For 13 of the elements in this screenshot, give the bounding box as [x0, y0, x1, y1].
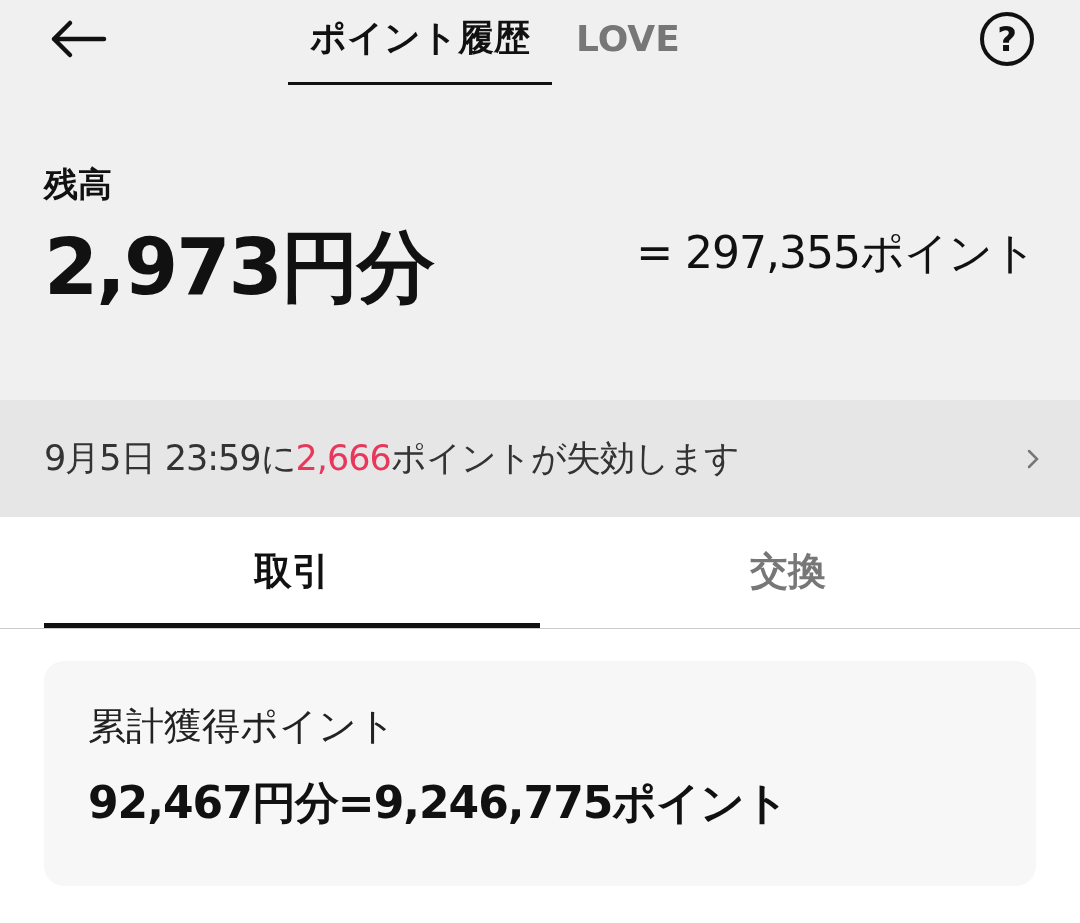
tab[interactable]: 取引: [44, 517, 540, 628]
summary-value: 92,467円分=9,246,775ポイント: [88, 776, 790, 830]
expiry-notice[interactable]: 9月5日 23:59に2,666ポイントが失効します: [0, 400, 1080, 517]
balance-amount: 2,973円分: [44, 221, 433, 314]
tab[interactable]: 交換: [540, 517, 1036, 628]
balance-label: 残高: [44, 163, 113, 206]
header-tab[interactable]: LOVE: [552, 0, 704, 85]
expiry-text: 9月5日 23:59に2,666ポイントが失効します: [44, 437, 739, 480]
balance-points: = 297,355ポイント: [636, 226, 1036, 280]
summary-title: 累計獲得ポイント: [88, 703, 397, 750]
help-button[interactable]: ?: [980, 12, 1034, 66]
header-tab[interactable]: ポイント履歴: [288, 0, 552, 85]
chevron-right-icon: [1026, 447, 1040, 470]
